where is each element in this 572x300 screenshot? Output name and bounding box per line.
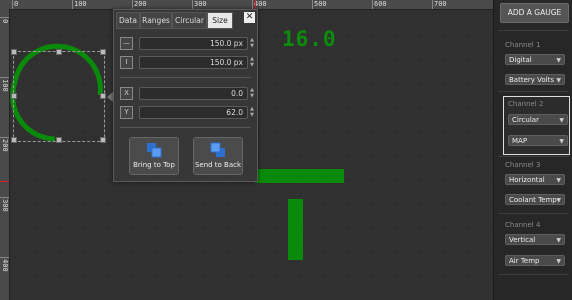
vertical-gauge-bar[interactable] — [288, 199, 303, 260]
selection-box[interactable] — [11, 49, 106, 143]
select-value: Battery Volts — [509, 76, 554, 84]
select-value: Digital — [509, 56, 532, 64]
send-to-back-icon — [210, 142, 225, 157]
gauge-properties-panel: Data Ranges Circular Size ✕ — 150.0 px ▲… — [113, 9, 258, 182]
x-row: X 0.0 ▲ ▼ — [120, 87, 254, 100]
channel-title: Channel 4 — [505, 221, 541, 229]
x-position-icon: X — [120, 87, 133, 100]
channel-2-type-select[interactable]: Circular ▼ — [508, 114, 568, 125]
resize-handle-tr[interactable] — [100, 49, 106, 55]
resize-handle-r[interactable] — [100, 93, 106, 99]
sidebar-divider — [498, 91, 569, 92]
x-position-field[interactable]: 0.0 — [139, 87, 248, 100]
y-position-icon: Y — [120, 106, 133, 119]
height-field[interactable]: 150.0 px — [139, 56, 248, 69]
chevron-down-icon: ▼ — [556, 237, 561, 244]
width-row: — 150.0 px ▲ ▼ — [120, 37, 254, 50]
chevron-down-icon: ▼ — [556, 77, 561, 84]
channel-title: Channel 1 — [505, 41, 541, 49]
y-position-field[interactable]: 62.0 — [139, 106, 248, 119]
chevron-down-icon: ▼ — [556, 57, 561, 64]
chevron-down-icon: ▼ — [559, 117, 564, 124]
sidebar-divider — [498, 213, 569, 214]
select-value: Circular — [512, 116, 539, 124]
tab-size[interactable]: Size — [207, 12, 233, 29]
sidebar-divider — [498, 30, 569, 31]
channel-title: Channel 2 — [508, 100, 544, 108]
channel-1: Channel 1 Digital ▼ Battery Volts ▼ — [501, 38, 568, 88]
select-value: MAP — [512, 137, 528, 145]
height-stepper[interactable]: ▲ ▼ — [249, 56, 255, 69]
select-value: Air Temp — [509, 257, 540, 265]
channel-3-source-select[interactable]: Coolant Temp ▼ — [505, 194, 565, 205]
chevron-down-icon: ▼ — [556, 258, 561, 265]
channel-4-type-select[interactable]: Vertical ▼ — [505, 234, 565, 245]
resize-handle-br[interactable] — [100, 137, 106, 143]
bring-to-top-button[interactable]: Bring to Top — [129, 137, 179, 175]
gauge-sidebar: ADD A GAUGE Channel 1 Digital ▼ Battery V… — [493, 0, 572, 300]
panel-tabs: Data Ranges Circular Size — [114, 12, 257, 29]
bring-to-front-icon — [147, 143, 162, 158]
send-to-back-button[interactable]: Send to Back — [193, 137, 243, 175]
height-icon: I — [120, 56, 133, 69]
channel-title: Channel 3 — [505, 161, 541, 169]
chevron-down-icon: ▼ — [556, 177, 561, 184]
channel-1-source-select[interactable]: Battery Volts ▼ — [505, 74, 565, 85]
bring-to-top-label: Bring to Top — [133, 161, 175, 169]
sidebar-divider — [498, 156, 569, 157]
digital-gauge-readout[interactable]: 16.0 — [282, 27, 337, 51]
resize-handle-bl[interactable] — [11, 137, 17, 143]
close-icon[interactable]: ✕ — [244, 12, 255, 23]
divider — [120, 127, 251, 128]
channel-4-source-select[interactable]: Air Temp ▼ — [505, 255, 565, 266]
chevron-down-icon: ▼ — [559, 138, 564, 145]
y-row: Y 62.0 ▲ ▼ — [120, 106, 254, 119]
add-gauge-button[interactable]: ADD A GAUGE — [500, 3, 569, 23]
resize-handle-tl[interactable] — [11, 49, 17, 55]
sidebar-divider — [498, 274, 569, 275]
resize-handle-l[interactable] — [11, 93, 17, 99]
width-field[interactable]: 150.0 px — [139, 37, 248, 50]
send-to-back-label: Send to Back — [194, 161, 242, 169]
select-value: Vertical — [509, 236, 536, 244]
tab-circular[interactable]: Circular — [172, 12, 207, 29]
channel-3: Channel 3 Horizontal ▼ Coolant Temp ▼ — [501, 158, 568, 210]
channel-2[interactable]: Channel 2 Circular ▼ MAP ▼ — [503, 96, 570, 155]
select-value: Coolant Temp — [509, 196, 557, 204]
divider — [120, 77, 251, 78]
channel-2-source-select[interactable]: MAP ▼ — [508, 135, 568, 146]
channel-3-type-select[interactable]: Horizontal ▼ — [505, 174, 565, 185]
channel-1-type-select[interactable]: Digital ▼ — [505, 54, 565, 65]
horizontal-gauge-bar[interactable] — [255, 169, 344, 183]
x-stepper[interactable]: ▲ ▼ — [249, 87, 255, 100]
width-icon: — — [120, 37, 133, 50]
channel-4: Channel 4 Vertical ▼ Air Temp ▼ — [501, 218, 568, 270]
resize-handle-b[interactable] — [56, 137, 62, 143]
y-stepper[interactable]: ▲ ▼ — [249, 106, 255, 119]
height-row: I 150.0 px ▲ ▼ — [120, 56, 254, 69]
tab-data[interactable]: Data — [116, 12, 140, 29]
resize-handle-t[interactable] — [56, 49, 62, 55]
chevron-down-icon: ▼ — [556, 197, 561, 204]
tab-ranges[interactable]: Ranges — [140, 12, 172, 29]
select-value: Horizontal — [509, 176, 545, 184]
width-stepper[interactable]: ▲ ▼ — [249, 37, 255, 50]
